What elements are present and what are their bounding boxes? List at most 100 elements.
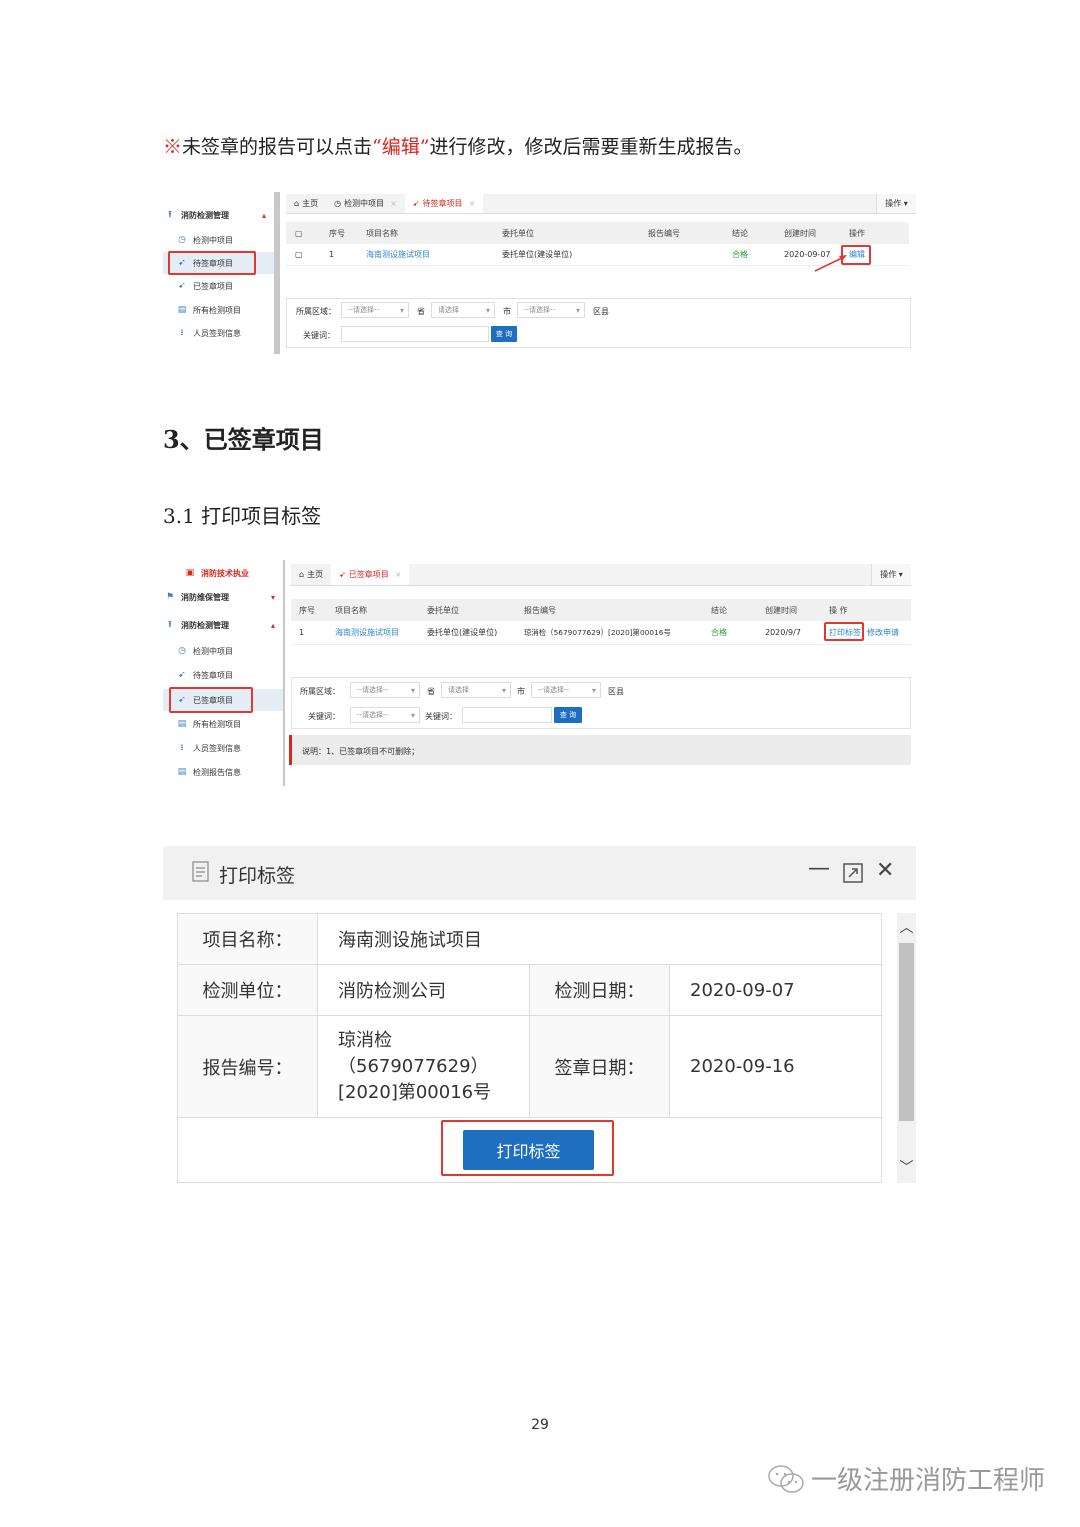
scrollbar[interactable]: ︿ ﹀: [897, 913, 916, 1183]
filter-panel: 所属区域： --请选择-- 省 请选择 市 --请选择-- 区县 关键词： --…: [291, 677, 911, 729]
province-select[interactable]: 请选择: [431, 302, 495, 318]
tab-bar: ⌂ 主页 ➹ 已签章项目 × 操作 ▾: [291, 564, 911, 586]
sidebar-item-pending[interactable]: ➹ 待签章项目: [163, 664, 283, 686]
chevron-up-icon: ▴: [261, 210, 266, 220]
screenshot-signed-projects: ▣ 消防技术执业 ⚑ 消防维保管理 ▾ ⭱ 消防检测管理 ▴ ◷ 检测中项目 ➹ 待签章项目 …: [163, 560, 916, 786]
close-icon[interactable]: ✕: [876, 858, 894, 883]
note-text-before: 未签章的报告可以点击: [182, 136, 373, 158]
result-cell: 合格: [711, 628, 727, 637]
tab-label: 待签章项目: [422, 199, 463, 208]
sidebar-item-label: 人员签到信息: [193, 743, 241, 753]
column-header: 创建时间: [765, 605, 797, 615]
select-all-checkbox[interactable]: ▢: [295, 222, 303, 244]
table-row: 1 海南测设施试项目 委托单位(建设单位) 琼消检（5679077629）[20…: [291, 621, 911, 645]
briefcase-icon: ▣: [185, 568, 195, 578]
client-cell: 委托单位(建设单位): [427, 628, 498, 637]
province-label: 省: [417, 307, 425, 316]
home-icon: ⌂: [294, 199, 300, 208]
tab-label: 已签章项目: [348, 570, 389, 579]
maximize-icon[interactable]: [843, 863, 863, 883]
sidebar-group-practice[interactable]: ▣ 消防技术执业: [163, 562, 283, 584]
sidebar-item-in-progress[interactable]: ◷ 检测中项目: [163, 229, 274, 251]
city-select[interactable]: --请选择--: [517, 302, 585, 318]
sidebar-group-label: 消防技术执业: [201, 568, 249, 578]
area-select[interactable]: --请选择--: [350, 682, 420, 698]
sidebar-group-detection[interactable]: ⭱ 消防检测管理 ▴: [163, 614, 283, 636]
scrollbar-thumb[interactable]: [899, 943, 914, 1121]
client-cell: 委托单位(建设单位): [502, 250, 573, 259]
tab-in-progress[interactable]: ◷ 检测中项目 ×: [326, 194, 405, 213]
column-header: 项目名称: [366, 228, 398, 238]
sidebar-item-all[interactable]: ▤ 所有检测项目: [163, 299, 274, 321]
document-icon: ▤: [177, 305, 187, 315]
highlight-print-button: [441, 1120, 614, 1176]
operations-menu[interactable]: 操作 ▾: [871, 564, 911, 585]
created-cell: 2020/9/7: [765, 628, 801, 637]
sidebar-item-checkin[interactable]: ⭳ 人员签到信息: [163, 737, 283, 759]
sidebar-item-label: 人员签到信息: [193, 328, 241, 338]
keyword-type-select[interactable]: --请选择--: [350, 707, 420, 723]
column-header: 结论: [711, 605, 727, 615]
close-icon[interactable]: ×: [390, 199, 397, 208]
info-note-text: 说明：1、已签章项目不可删除；: [302, 747, 420, 756]
section-title: 3、已签章项目: [163, 425, 324, 454]
tab-signed[interactable]: ➹ 已签章项目 ×: [331, 564, 410, 585]
project-name-link[interactable]: 海南测设施试项目: [335, 621, 399, 644]
tab-pending[interactable]: ➹ 待签章项目 ×: [404, 194, 484, 213]
sidebar-item-checkin[interactable]: ⭳ 人员签到信息: [163, 322, 274, 344]
province-select[interactable]: 请选择: [441, 682, 511, 698]
close-icon[interactable]: ×: [468, 199, 475, 208]
column-header: 委托单位: [427, 605, 459, 615]
column-header: 序号: [329, 228, 345, 238]
document-icon: [192, 861, 209, 882]
minimize-icon[interactable]: —: [808, 856, 830, 881]
note-quoted-edit: “编辑”: [372, 136, 430, 158]
province-label: 省: [427, 687, 435, 696]
sidebar-item-in-progress[interactable]: ◷ 检测中项目: [163, 640, 283, 662]
sidebar-group-detection[interactable]: ⭱ 消防检测管理 ▴: [163, 204, 274, 226]
keyword-label: 关键词：: [308, 712, 340, 721]
chevron-up-icon[interactable]: ︿: [897, 917, 916, 937]
sidebar-item-reports[interactable]: ▤ 检测报告信息: [163, 761, 283, 783]
column-header: 委托单位: [502, 228, 534, 238]
keyword-input[interactable]: [462, 707, 552, 723]
detection-unit-value: 消防检测公司: [318, 965, 530, 1016]
sidebar-group-maintenance[interactable]: ⚑ 消防维保管理 ▾: [163, 586, 283, 608]
sidebar-group-label: 消防检测管理: [181, 620, 229, 630]
row-checkbox[interactable]: ▢: [295, 244, 303, 265]
row-number: 1: [299, 628, 305, 637]
document-icon: ▤: [177, 719, 187, 729]
close-icon[interactable]: ×: [395, 570, 402, 579]
note-mark: ※: [163, 136, 183, 158]
wechat-icon: [768, 1464, 804, 1493]
column-header: 项目名称: [335, 605, 367, 615]
project-name-value: 海南测设施试项目: [318, 914, 883, 965]
keyword-input[interactable]: [341, 326, 489, 342]
city-select[interactable]: --请选择--: [531, 682, 601, 698]
sidebar-item-all[interactable]: ▤ 所有检测项目: [163, 713, 283, 735]
search-button[interactable]: 查 询: [554, 707, 582, 723]
tab-label: 检测中项目: [344, 199, 385, 208]
sidebar-item-label: 检测中项目: [193, 235, 233, 245]
column-header: 操 作: [829, 605, 848, 615]
sidebar-item-label: 已签章项目: [193, 281, 233, 291]
chevron-down-icon[interactable]: ﹀: [897, 1157, 916, 1177]
detection-date-label: 检测日期：: [530, 965, 670, 1016]
area-select[interactable]: --请选择--: [341, 302, 409, 318]
report-number-line: 琼消检: [338, 1029, 392, 1051]
print-label-dialog: 打印标签 — ✕ 项目名称： 海南测设施试项目 检测单位： 消防检测公司 检测日…: [163, 846, 916, 1184]
report-number-cell: 琼消检（5679077629）[2020]第00016号: [524, 628, 671, 637]
sidebar-item-label: 检测报告信息: [193, 767, 241, 777]
operations-menu[interactable]: 操作 ▾: [876, 194, 916, 213]
sidebar-item-signed[interactable]: ➹ 已签章项目: [163, 275, 274, 297]
tab-home[interactable]: ⌂ 主页: [286, 194, 326, 213]
sidebar: ⭱ 消防检测管理 ▴ ◷ 检测中项目 ➹ 待签章项目 ➹ 已签章项目 ▤ 所有检测项目 ⭳…: [163, 192, 280, 354]
city-label: 市: [503, 307, 511, 316]
modify-request-link[interactable]: 修改申请: [867, 621, 899, 644]
tab-home[interactable]: ⌂ 主页: [291, 564, 331, 585]
info-note: 说明：1、已签章项目不可删除；: [289, 735, 911, 765]
column-header: 报告编号: [648, 228, 680, 238]
search-button[interactable]: 查 询: [491, 326, 517, 342]
district-label: 区县: [608, 687, 624, 696]
project-name-link[interactable]: 海南测设施试项目: [366, 244, 430, 265]
